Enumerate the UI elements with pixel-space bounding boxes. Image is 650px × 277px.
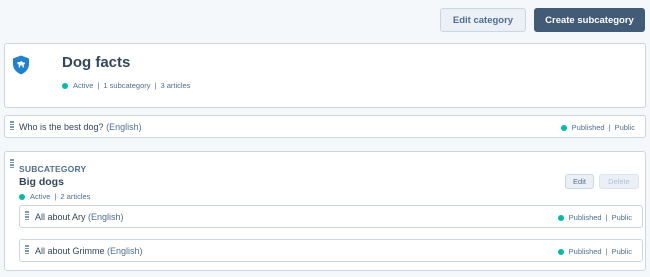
subcategory-title: Big dogs [19,176,64,188]
drag-handle-icon[interactable] [25,211,29,220]
article-status-text: Published [571,123,605,132]
article-visibility: Public [614,123,635,132]
article-language: (English) [88,212,124,222]
article-status: Published | Public [557,247,632,256]
meta-separator: | [154,81,157,90]
article-title-text[interactable]: All about Ary [35,212,86,222]
category-article-count: 3 articles [160,81,191,90]
category-title: Dog facts [62,54,131,71]
article-language: (English) [107,246,143,256]
meta-separator: | [97,81,100,90]
article-status-text: Published [568,213,602,222]
category-card: Dog facts Active | 1 subcategory | 3 art… [4,43,646,108]
active-status-dot [19,193,25,200]
subcategory-label: SUBCATEGORY [19,164,87,174]
article-status-text: Published [568,247,602,256]
meta-separator: | [608,123,611,132]
article-status: Published | Public [557,213,632,222]
meta-separator: | [605,213,608,222]
delete-subcategory-button[interactable]: Delete [599,174,639,189]
article-visibility: Public [611,247,632,256]
drag-handle-icon[interactable] [10,121,14,130]
article-visibility: Public [611,213,632,222]
create-subcategory-button[interactable]: Create subcategory [534,8,645,32]
subcategory-card: SUBCATEGORY Big dogs Active | 2 articles… [4,151,646,271]
drag-handle-icon[interactable] [10,159,14,168]
meta-separator: | [605,247,608,256]
dog-shield-icon [12,55,30,75]
meta-separator: | [54,192,57,201]
category-meta: Active | 1 subcategory | 3 articles [62,81,190,90]
edit-subcategory-button[interactable]: Edit [565,174,594,189]
article-title[interactable]: All about Ary (English) [35,212,124,222]
subcategory-status: Active [30,192,51,201]
category-subcategory-count: 1 subcategory [103,81,151,90]
edit-category-button[interactable]: Edit category [440,8,526,32]
article-row[interactable]: Who is the best dog? (English) Published… [4,115,646,138]
article-title[interactable]: All about Grimme (English) [35,246,143,256]
published-status-dot [560,124,567,131]
article-title-text[interactable]: Who is the best dog? [19,122,104,132]
subcategory-meta: Active | 2 articles [19,192,90,201]
drag-handle-icon[interactable] [25,245,29,254]
article-status: Published | Public [560,123,635,132]
article-title[interactable]: Who is the best dog? (English) [19,122,142,132]
article-title-text[interactable]: All about Grimme [35,246,105,256]
active-status-dot [62,82,68,89]
article-row[interactable]: All about Ary (English) Published | Publ… [19,205,643,228]
subcategory-article-count: 2 articles [60,192,91,201]
article-row[interactable]: All about Grimme (English) Published | P… [19,239,643,262]
article-language: (English) [106,122,142,132]
published-status-dot [557,214,564,221]
category-status: Active [73,81,94,90]
published-status-dot [557,248,564,255]
